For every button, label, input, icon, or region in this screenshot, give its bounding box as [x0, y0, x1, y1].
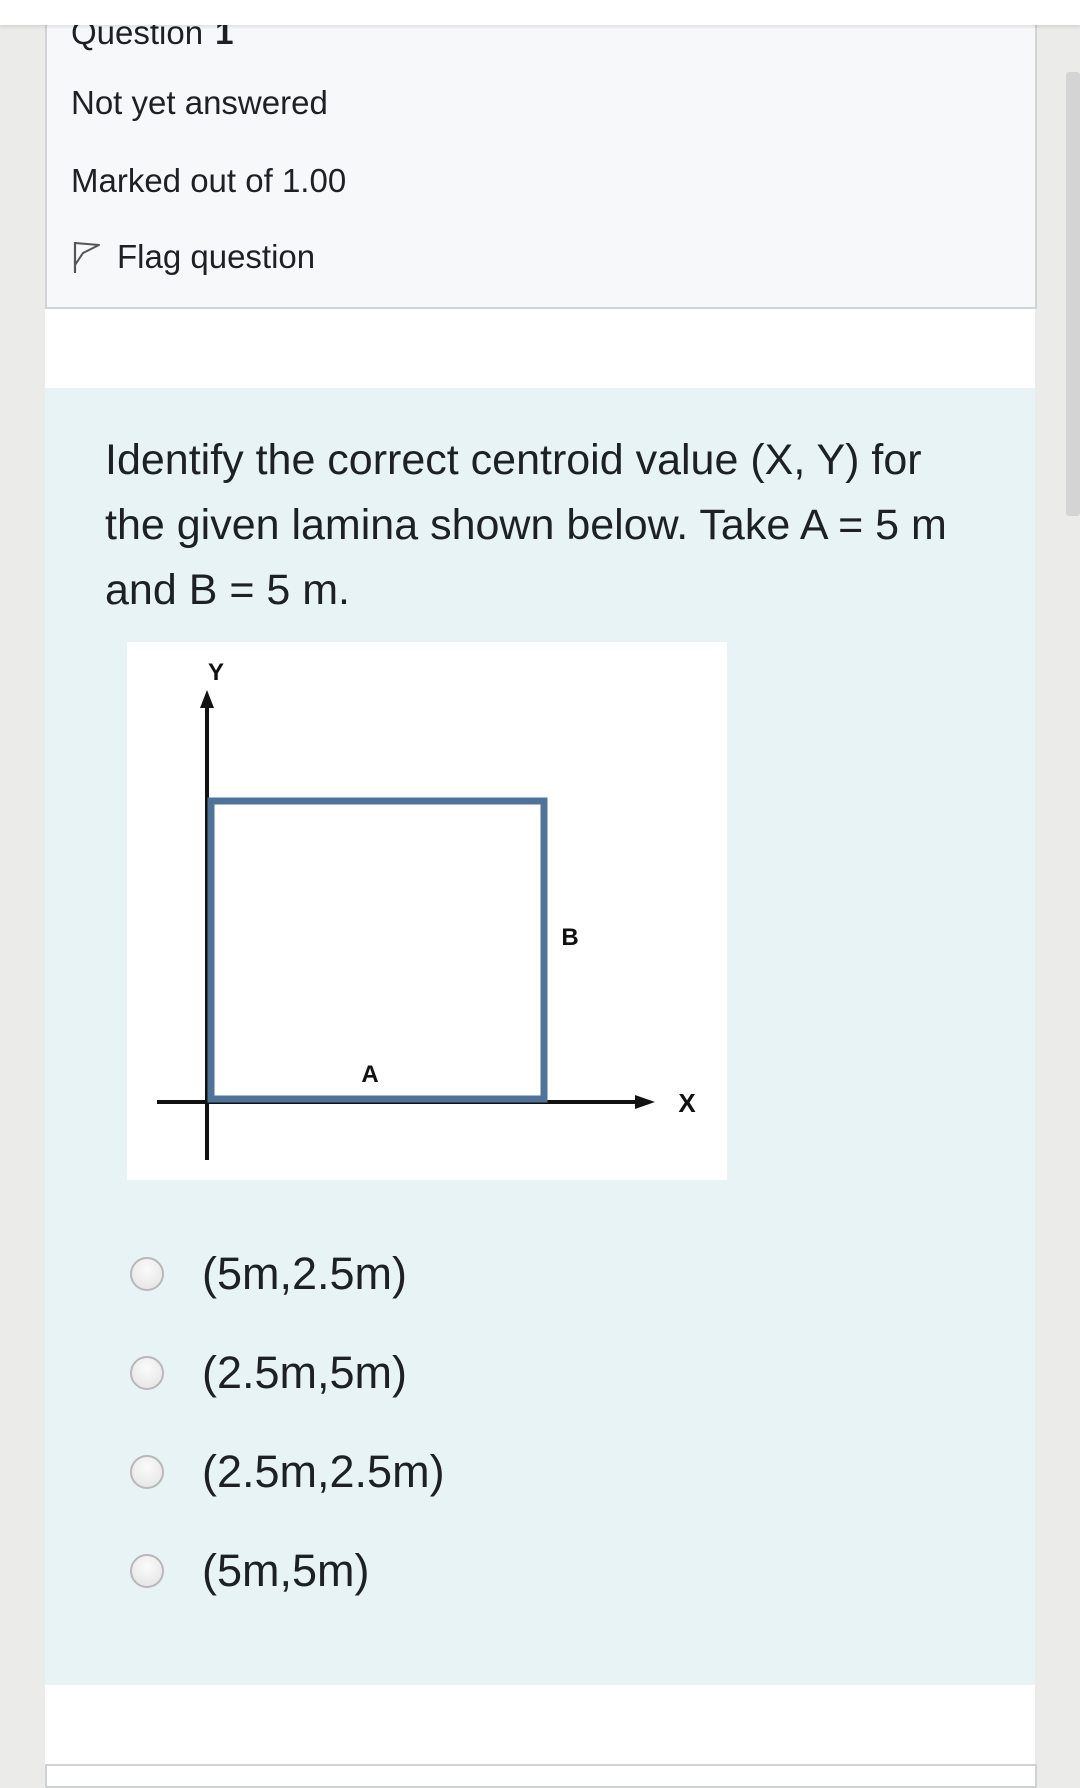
x-axis-arrowhead	[635, 1095, 655, 1109]
radio-button[interactable]	[130, 1257, 164, 1291]
flag-question-label: Flag question	[117, 238, 316, 275]
flag-question-link[interactable]: Flag question	[71, 238, 315, 276]
answer-option-label: (2.5m,2.5m)	[202, 1446, 445, 1497]
top-bar	[0, 0, 1080, 25]
answer-option-label: (5m,5m)	[202, 1545, 370, 1596]
answer-option-3[interactable]: (2.5m,2.5m)	[130, 1446, 445, 1498]
y-axis-arrowhead	[200, 690, 214, 708]
lamina-diagram: Y X A B	[127, 642, 727, 1180]
x-axis-label: X	[678, 1088, 696, 1118]
y-axis-label: Y	[208, 659, 224, 686]
answer-option-1[interactable]: (5m,2.5m)	[130, 1248, 407, 1300]
next-question-card	[45, 1764, 1037, 1788]
question-formulation: Identify the correct centroid value (X, …	[45, 388, 1035, 1685]
question-marks: Marked out of 1.00	[71, 162, 347, 199]
flag-icon	[73, 242, 100, 273]
answer-option-label: (5m,2.5m)	[202, 1248, 408, 1299]
answer-option-4[interactable]: (5m,5m)	[130, 1545, 370, 1597]
answer-status: Not yet answered	[71, 84, 328, 121]
side-a-label: A	[361, 1061, 378, 1088]
radio-button[interactable]	[130, 1455, 164, 1489]
radio-button[interactable]	[130, 1356, 164, 1390]
answer-option-label: (2.5m,5m)	[202, 1347, 408, 1398]
scrollbar[interactable]	[1066, 72, 1080, 516]
question-text: Identify the correct centroid value (X, …	[105, 436, 947, 614]
side-b-label: B	[561, 924, 578, 951]
answer-option-2[interactable]: (2.5m,5m)	[130, 1347, 407, 1399]
question-info-panel: Question 1 Not yet answered Marked out of…	[45, 0, 1037, 309]
lamina-diagram-svg: Y X A B	[157, 659, 696, 1160]
lamina-square	[207, 797, 548, 1103]
radio-button[interactable]	[130, 1554, 164, 1588]
